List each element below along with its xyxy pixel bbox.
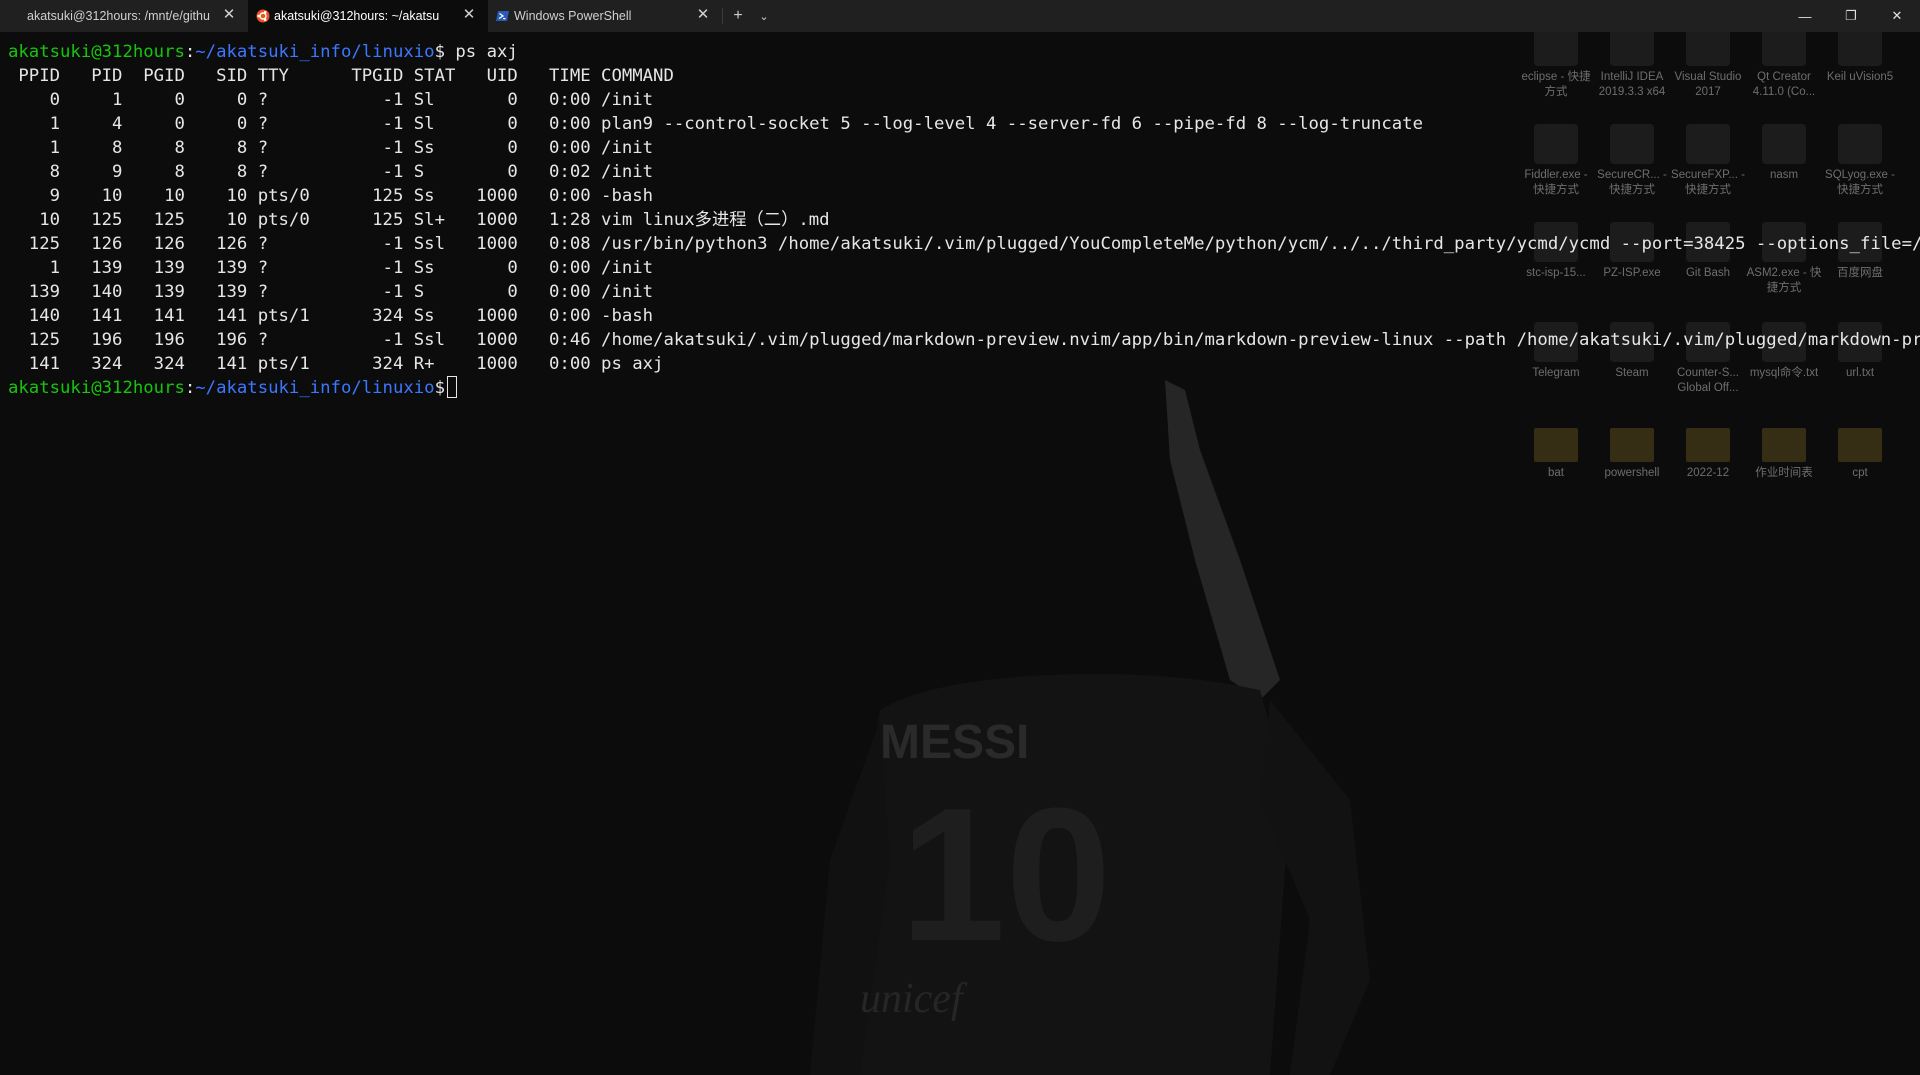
ps-row: 141 324 324 141 pts/1 324 R+ 1000 0:00 p… — [8, 354, 664, 374]
tab-title: akatsuki@312hours: ~/akatsu — [274, 9, 440, 23]
prompt-user: akatsuki@312hours — [8, 42, 185, 62]
powershell-icon — [496, 11, 509, 21]
tab-bar: akatsuki@312hours: /mnt/e/githu ✕ akatsu… — [0, 0, 1920, 32]
prompt-path: ~/akatsuki_info/linuxio — [195, 42, 435, 62]
prompt-line: akatsuki@312hours:~/akatsuki_info/linuxi… — [8, 376, 1920, 400]
ps-row: 0 1 0 0 ? -1 Sl 0 0:00 /init — [8, 90, 654, 110]
tab-title: Windows PowerShell — [514, 9, 632, 23]
close-icon[interactable]: ✕ — [696, 7, 710, 22]
prompt-path: ~/akatsuki_info/linuxio — [195, 378, 435, 398]
tab-title: akatsuki@312hours: /mnt/e/githu — [27, 9, 210, 23]
close-icon[interactable]: ✕ — [222, 7, 236, 22]
ps-row: 1 4 0 0 ? -1 Sl 0 0:00 plan9 --control-s… — [8, 114, 1423, 134]
ps-row: 8 9 8 8 ? -1 S 0 0:02 /init — [8, 162, 654, 182]
tab-powershell[interactable]: Windows PowerShell ✕ — [488, 0, 722, 32]
ps-row: 125 126 126 126 ? -1 Ssl 1000 0:08 /usr/… — [8, 234, 1920, 254]
prompt-user: akatsuki@312hours — [8, 378, 185, 398]
ps-row: 140 141 141 141 pts/1 324 Ss 1000 0:00 -… — [8, 306, 654, 326]
tab-wsl-github[interactable]: akatsuki@312hours: /mnt/e/githu ✕ — [0, 0, 248, 32]
ubuntu-icon — [256, 9, 270, 23]
prompt-symbol: $ — [434, 378, 445, 398]
ps-row: 1 8 8 8 ? -1 Ss 0 0:00 /init — [8, 138, 654, 158]
tab-dropdown-button[interactable]: ⌄ — [753, 0, 775, 32]
ps-row: 125 196 196 196 ? -1 Ssl 1000 0:46 /home… — [8, 330, 1920, 350]
prompt-line: akatsuki@312hours:~/akatsuki_info/linuxi… — [8, 40, 1920, 64]
ps-row: 139 140 139 139 ? -1 S 0 0:00 /init — [8, 282, 654, 302]
prompt-symbol: $ — [434, 42, 445, 62]
close-icon[interactable]: ✕ — [462, 7, 476, 22]
terminal-output[interactable]: akatsuki@312hours:~/akatsuki_info/linuxi… — [0, 40, 1920, 1040]
ps-header: PPID PID PGID SID TTY TPGID STAT UID TIM… — [8, 66, 674, 86]
maximize-button[interactable]: ❐ — [1828, 0, 1874, 32]
close-window-button[interactable]: ✕ — [1874, 0, 1920, 32]
entered-command: ps axj — [444, 42, 518, 62]
window-controls: — ❐ ✕ — [1782, 0, 1920, 32]
ps-row: 1 139 139 139 ? -1 Ss 0 0:00 /init — [8, 258, 654, 278]
new-tab-button[interactable]: + — [723, 0, 753, 32]
linux-terminal-icon — [8, 9, 22, 23]
ps-row: 10 125 125 10 pts/0 125 Sl+ 1000 1:28 vi… — [8, 210, 830, 230]
minimize-button[interactable]: — — [1782, 0, 1828, 32]
prompt-separator: : — [184, 42, 196, 62]
ps-row: 9 10 10 10 pts/0 125 Ss 1000 0:00 -bash — [8, 186, 654, 206]
text-cursor — [446, 376, 457, 398]
tab-wsl-akatsuki[interactable]: akatsuki@312hours: ~/akatsu ✕ — [248, 0, 488, 32]
prompt-separator: : — [184, 378, 196, 398]
